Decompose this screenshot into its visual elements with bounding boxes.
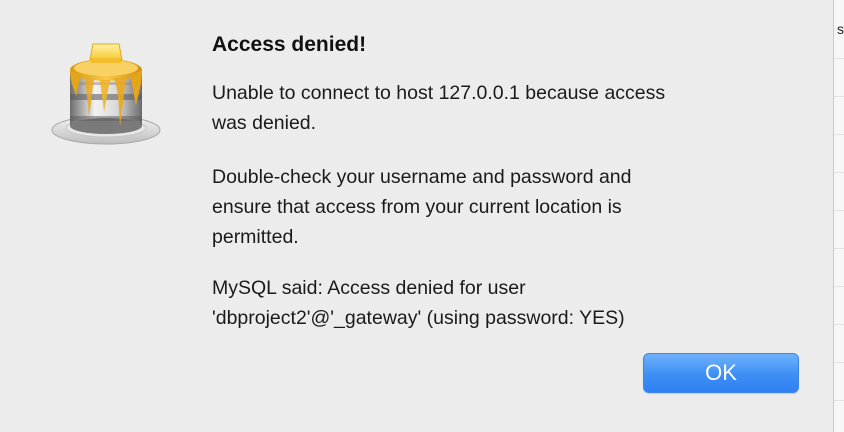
background-row-divider [834,134,844,135]
alert-message-connection: Unable to connect to host 127.0.0.1 beca… [212,82,666,134]
background-row-divider [834,286,844,287]
background-row-divider [834,96,844,97]
alert-title: Access denied! [212,33,367,56]
background-window-text: s [837,21,844,37]
alert-dialog: Access denied! Unable to connect to host… [0,0,833,432]
background-row-divider [834,248,844,249]
background-row-divider [834,58,844,59]
alert-message-advice: Double-check your username and password … [212,166,632,248]
background-row-divider [834,362,844,363]
background-row-divider [834,324,844,325]
background-row-divider [834,210,844,211]
background-row-divider [834,172,844,173]
sequel-pro-pancake-icon [48,30,168,152]
alert-message-mysql-error: MySQL said: Access denied for user 'dbpr… [212,277,625,329]
ok-button[interactable]: OK [643,353,799,393]
background-window-edge: s [833,0,844,432]
background-row-divider [834,400,844,401]
